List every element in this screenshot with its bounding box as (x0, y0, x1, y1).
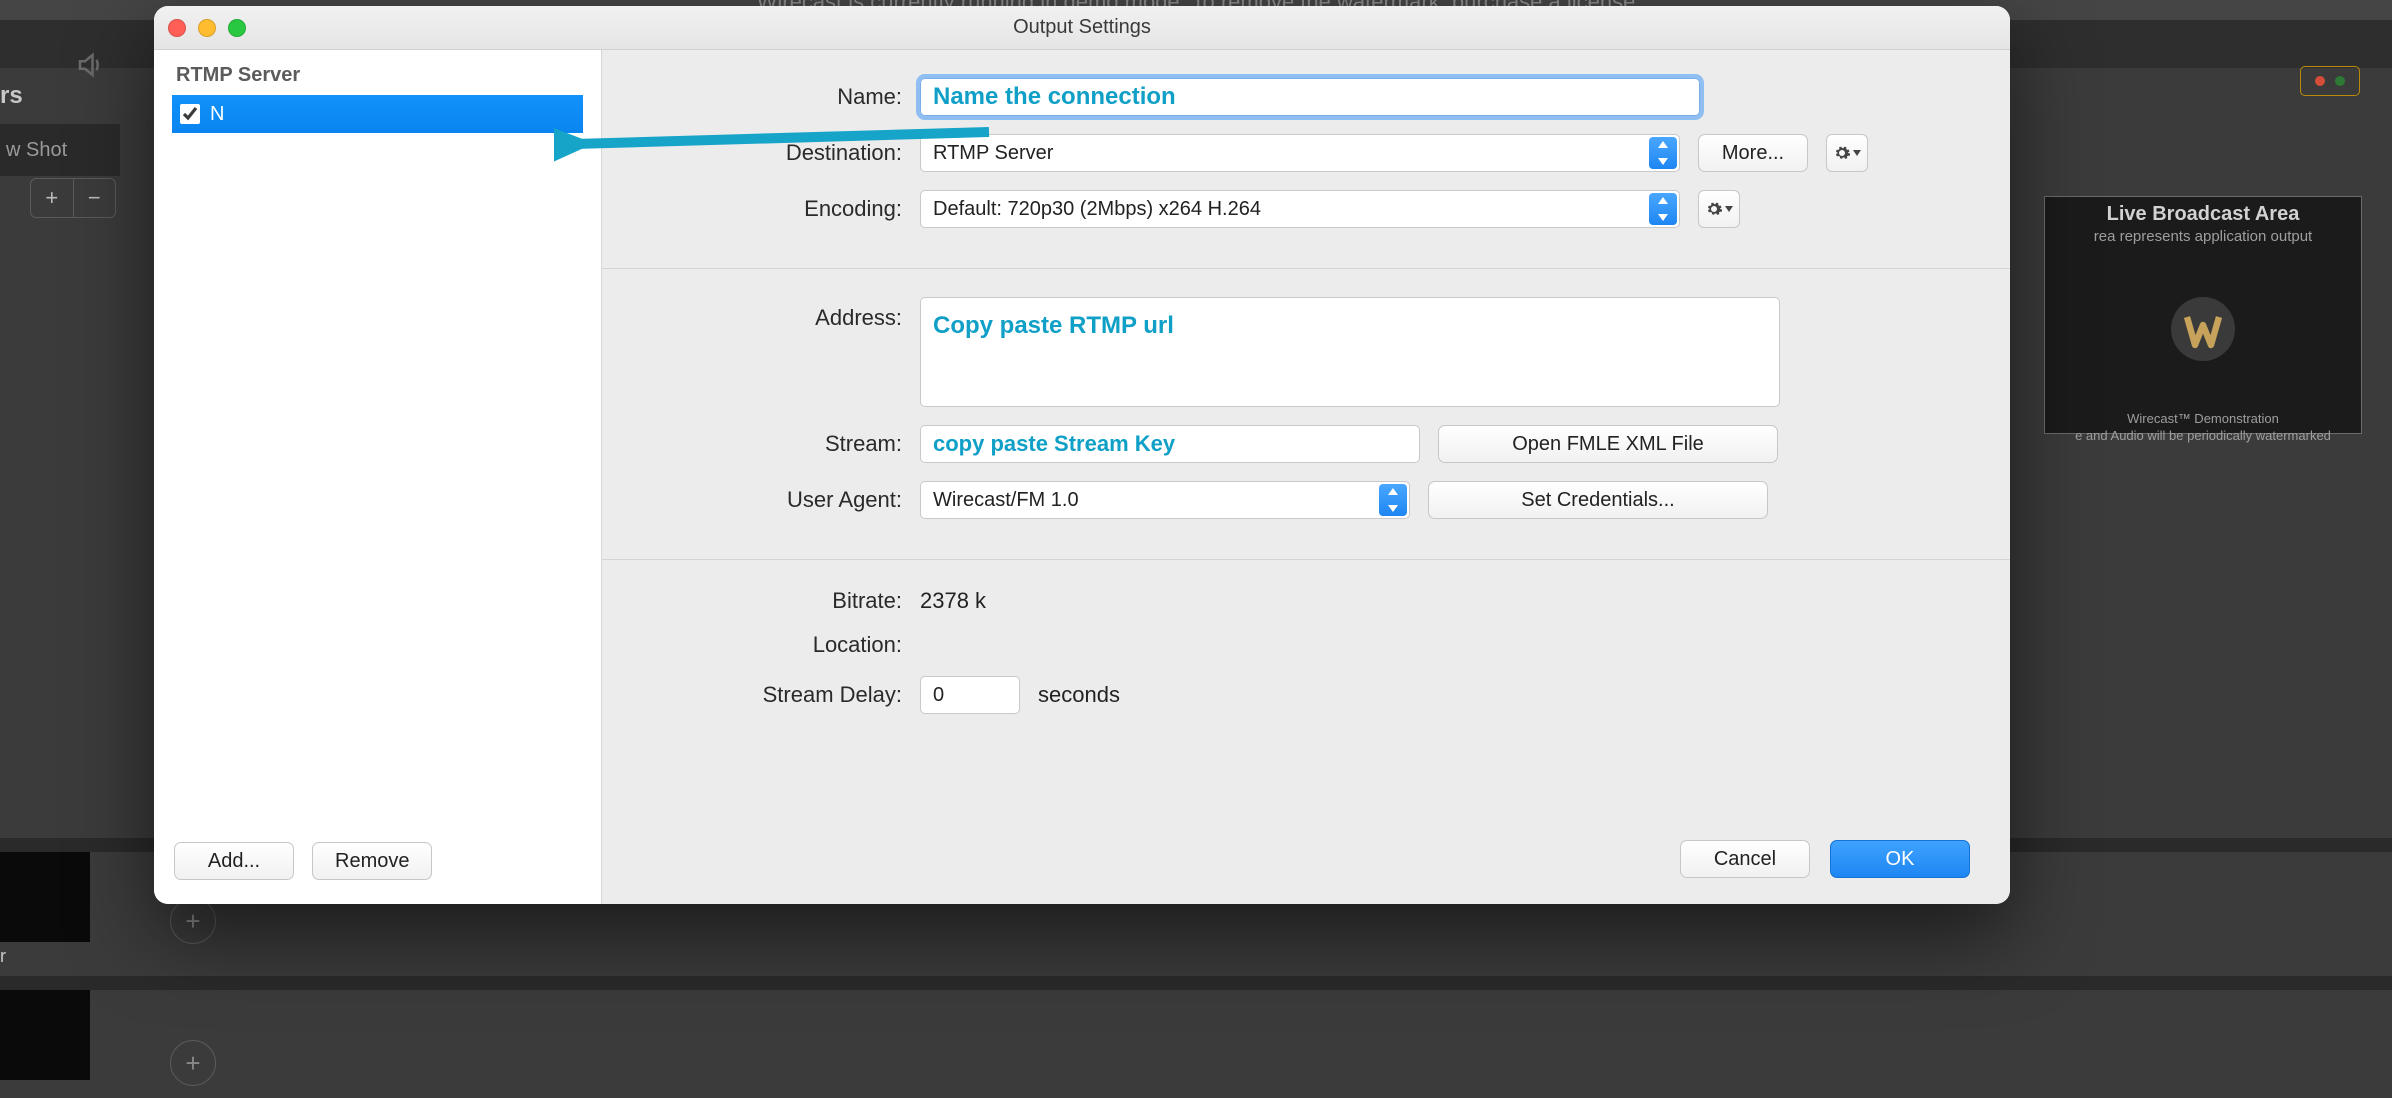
add-button[interactable]: Add... (174, 842, 294, 880)
layers-label: rs (0, 82, 120, 110)
broadcast-area: Live Broadcast Area rea represents appli… (2044, 196, 2362, 434)
cancel-button[interactable]: Cancel (1680, 840, 1810, 878)
address-input[interactable]: Copy paste RTMP url (920, 297, 1780, 407)
delay-value: 0 (933, 684, 944, 707)
quantity-stepper[interactable]: + − (30, 178, 116, 218)
bitrate-label: Bitrate: (642, 588, 902, 614)
ok-button[interactable]: OK (1830, 840, 1970, 878)
row-label: r (0, 946, 6, 967)
broadcast-subtitle: rea represents application output (2094, 228, 2312, 245)
destinations-sidebar: RTMP Server N Add... Remove (154, 50, 602, 904)
location-label: Location: (642, 632, 902, 658)
address-placeholder: Copy paste RTMP url (933, 312, 1174, 340)
address-label: Address: (642, 297, 902, 331)
useragent-value: Wirecast/FM 1.0 (933, 489, 1079, 512)
shot-tab[interactable]: w Shot (0, 124, 120, 176)
window-traffic-lights[interactable] (168, 19, 246, 37)
encoding-value: Default: 720p30 (2Mbps) x264 H.264 (933, 198, 1261, 221)
set-credentials-button[interactable]: Set Credentials... (1428, 481, 1768, 519)
encoding-select[interactable]: Default: 720p30 (2Mbps) x264 H.264 (920, 190, 1680, 228)
chevron-down-icon (1853, 150, 1861, 156)
remove-button[interactable]: Remove (312, 842, 432, 880)
delay-label: Stream Delay: (642, 682, 902, 708)
speaker-icon (75, 50, 105, 86)
sidebar-item-rtmp[interactable]: N (172, 95, 583, 133)
shot-thumbnail[interactable] (0, 852, 90, 942)
sidebar-item-checkbox[interactable] (180, 104, 200, 124)
minimize-icon[interactable] (198, 19, 216, 37)
delay-input[interactable]: 0 (920, 676, 1020, 714)
status-traffic-badge (2300, 66, 2360, 96)
gear-icon (1833, 144, 1851, 162)
plus-icon[interactable]: + (31, 179, 74, 217)
name-input[interactable]: Name the connection (920, 78, 1700, 116)
wirecast-logo (2163, 289, 2243, 369)
destination-value: RTMP Server (933, 142, 1053, 165)
useragent-label: User Agent: (642, 487, 902, 513)
gear-icon (1705, 200, 1723, 218)
dialog-title: Output Settings (1013, 16, 1151, 39)
encoding-gear-button[interactable] (1698, 190, 1740, 228)
minus-icon[interactable]: − (74, 179, 116, 217)
delay-unit: seconds (1038, 682, 1120, 708)
destination-label: Destination: (642, 140, 902, 166)
chevron-down-icon (1725, 206, 1733, 212)
status-dot-red (2315, 76, 2325, 86)
destination-gear-button[interactable] (1826, 134, 1868, 172)
output-settings-dialog: Output Settings RTMP Server N Add... Rem… (154, 6, 2010, 904)
name-label: Name: (642, 84, 902, 110)
useragent-select[interactable]: Wirecast/FM 1.0 (920, 481, 1410, 519)
bitrate-value: 2378 k (920, 588, 986, 614)
zoom-icon[interactable] (228, 19, 246, 37)
close-icon[interactable] (168, 19, 186, 37)
sidebar-item-label: N (210, 103, 224, 126)
destination-select[interactable]: RTMP Server (920, 134, 1680, 172)
encoding-label: Encoding: (642, 196, 902, 222)
dialog-titlebar[interactable]: Output Settings (154, 6, 2010, 50)
open-fmle-button[interactable]: Open FMLE XML File (1438, 425, 1778, 463)
stream-input[interactable]: copy paste Stream Key (920, 425, 1420, 463)
sidebar-heading: RTMP Server (154, 50, 601, 95)
broadcast-footnote: Wirecast™ Demonstration e and Audio will… (2075, 411, 2331, 445)
add-circle-icon[interactable]: + (170, 1040, 216, 1086)
stream-placeholder: copy paste Stream Key (933, 431, 1175, 457)
status-dot-green (2335, 76, 2345, 86)
row-separator (0, 976, 2392, 990)
broadcast-title: Live Broadcast Area (2107, 203, 2300, 226)
name-placeholder: Name the connection (933, 83, 1176, 111)
add-circle-icon[interactable]: + (170, 898, 216, 944)
more-button[interactable]: More... (1698, 134, 1808, 172)
shot-thumbnail[interactable] (0, 990, 90, 1080)
output-form: Name: Name the connection Destination: R… (602, 50, 2010, 904)
stream-label: Stream: (642, 431, 902, 457)
